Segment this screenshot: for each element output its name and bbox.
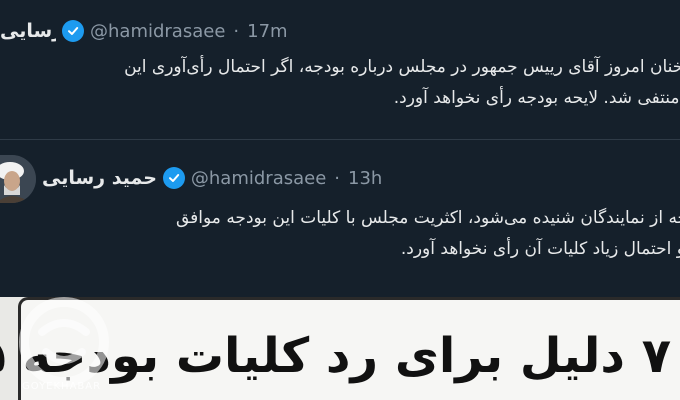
tweet-text: آنچه از نمایندگان شنیده می‌شود، اکثریت م…: [18, 203, 680, 265]
timestamp[interactable]: 13h: [348, 168, 382, 189]
avatar[interactable]: [0, 155, 36, 203]
watermark-label: GOYEKHABAR: [22, 381, 102, 392]
display-name[interactable]: حمید رسایی: [0, 20, 56, 42]
timestamp[interactable]: 17m: [247, 21, 287, 42]
headline-box: ۷ دلیل برای رد کلیات بودجه ۱۴۰۵: [0, 297, 680, 400]
tweet-1[interactable]: حمید رسایی @hamidrasaee · 17m سخنان امرو…: [0, 0, 680, 140]
tweet-2[interactable]: حمید رسایی @hamidrasaee · 13h آنچه از نم…: [0, 141, 680, 283]
tweet-text-line: د و احتمال زیاد کلیات آن رأی نخواهد آورد…: [400, 239, 680, 259]
separator-dot: ·: [334, 167, 341, 189]
tweet-header: حمید رسایی @hamidrasaee · 17m: [0, 16, 288, 46]
tweet-text-line: سخنان امروز آقای رییس جمهور در مجلس دربا…: [124, 57, 680, 77]
verified-badge-icon: [62, 20, 84, 42]
user-handle[interactable]: @hamidrasaee: [191, 168, 326, 189]
tweet-text: سخنان امروز آقای رییس جمهور در مجلس دربا…: [18, 52, 680, 114]
display-name[interactable]: حمید رسایی: [42, 167, 157, 189]
tweet-text-line: د، منتفی شد. لایحه بودجه رأی نخواهد آورد…: [393, 88, 680, 108]
user-handle[interactable]: @hamidrasaee: [90, 21, 225, 42]
separator-dot: ·: [233, 20, 240, 42]
verified-badge-icon: [162, 167, 185, 189]
tweet-text-line: آنچه از نمایندگان شنیده می‌شود، اکثریت م…: [176, 208, 680, 228]
tweet-header: حمید رسایی @hamidrasaee · 13h: [42, 163, 382, 193]
tweet-divider: [0, 139, 680, 140]
